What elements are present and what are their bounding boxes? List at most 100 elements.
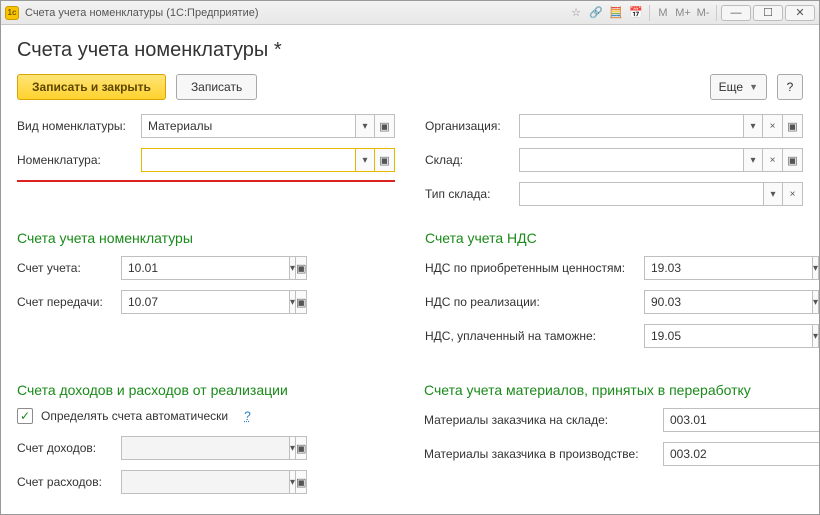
nomenclature-type-input[interactable] (141, 114, 355, 138)
memory-m[interactable]: M (654, 5, 672, 21)
help-link[interactable]: ? (244, 409, 251, 423)
dropdown-icon[interactable]: ▾ (289, 290, 296, 314)
warehouse-label: Склад: (425, 153, 515, 167)
favorite-icon[interactable]: ☆ (567, 5, 585, 21)
account-input[interactable] (121, 256, 289, 280)
nomenclature-field[interactable]: ▾ ▣ (141, 148, 395, 172)
account-field[interactable]: ▾ ▣ (121, 256, 261, 280)
cust-prod-row: Материалы заказчика в производстве: ▾ ▣ (424, 442, 803, 466)
cust-prod-input[interactable] (663, 442, 819, 466)
nds-sales-field[interactable]: ▾ ▣ (644, 290, 784, 314)
save-label: Записать (191, 80, 242, 94)
organization-input[interactable] (519, 114, 743, 138)
dropdown-icon[interactable]: ▾ (812, 324, 819, 348)
open-icon[interactable]: ▣ (296, 290, 307, 314)
income-field: ▾ ▣ (121, 436, 261, 460)
top-left-col: Вид номенклатуры: ▾ ▣ Номенклатура: ▾ ▣ (17, 114, 395, 216)
memory-mminus[interactable]: M- (694, 5, 712, 21)
warehouse-type-label: Тип склада: (425, 187, 515, 201)
warehouse-type-field[interactable]: ▾ × (519, 182, 803, 206)
transfer-row: Счет передачи: ▾ ▣ (17, 290, 395, 314)
expense-field: ▾ ▣ (121, 470, 261, 494)
cust-stock-field[interactable]: ▾ ▣ (663, 408, 803, 432)
transfer-label: Счет передачи: (17, 295, 117, 309)
open-icon[interactable]: ▣ (375, 114, 395, 138)
nds-sales-input[interactable] (644, 290, 812, 314)
cust-prod-field[interactable]: ▾ ▣ (663, 442, 803, 466)
open-icon[interactable]: ▣ (783, 114, 803, 138)
help-label: ? (787, 80, 794, 94)
clear-icon[interactable]: × (783, 182, 803, 206)
transfer-field[interactable]: ▾ ▣ (121, 290, 261, 314)
nomenclature-type-field[interactable]: ▾ ▣ (141, 114, 395, 138)
window: 1c Счета учета номенклатуры (1С:Предприя… (0, 0, 820, 515)
save-and-close-button[interactable]: Записать и закрыть (17, 74, 166, 100)
top-fields: Вид номенклатуры: ▾ ▣ Номенклатура: ▾ ▣ (17, 114, 803, 216)
minimize-button[interactable]: — (721, 5, 751, 21)
dropdown-icon[interactable]: ▾ (743, 114, 763, 138)
dropdown-icon[interactable]: ▾ (289, 256, 296, 280)
open-icon[interactable]: ▣ (296, 256, 307, 280)
more-label: Еще (719, 80, 743, 94)
open-icon: ▣ (296, 436, 307, 460)
transfer-input[interactable] (121, 290, 289, 314)
nds-customs-row: НДС, уплаченный на таможне: ▾ ▣ (425, 324, 803, 348)
auto-checkbox[interactable]: ✓ (17, 408, 33, 424)
open-icon[interactable]: ▣ (783, 148, 803, 172)
more-button[interactable]: Еще ▼ (710, 74, 767, 100)
income-label: Счет доходов: (17, 441, 117, 455)
cust-stock-label: Материалы заказчика на складе: (424, 413, 659, 427)
memory-mplus[interactable]: M+ (674, 5, 692, 21)
calculator-icon[interactable]: 🧮 (607, 5, 625, 21)
clear-icon[interactable]: × (763, 148, 783, 172)
income-row: Счет доходов: ▾ ▣ (17, 436, 394, 460)
link-icon[interactable]: 🔗 (587, 5, 605, 21)
income-input (121, 436, 289, 460)
app-icon: 1c (5, 6, 19, 20)
dropdown-icon[interactable]: ▾ (812, 256, 819, 280)
dropdown-icon[interactable]: ▾ (763, 182, 783, 206)
clear-icon[interactable]: × (763, 114, 783, 138)
nds-customs-field[interactable]: ▾ ▣ (644, 324, 784, 348)
nds-sales-row: НДС по реализации: ▾ ▣ (425, 290, 803, 314)
dropdown-icon[interactable]: ▾ (355, 148, 375, 172)
dropdown-icon[interactable]: ▾ (812, 290, 819, 314)
page-title: Счета учета номенклатуры * (17, 39, 803, 62)
materials-section-title: Счета учета материалов, принятых в перер… (424, 382, 803, 398)
help-button[interactable]: ? (777, 74, 803, 100)
calendar-icon[interactable]: 📅 (627, 5, 645, 21)
expense-row: Счет расходов: ▾ ▣ (17, 470, 394, 494)
account-row: Счет учета: ▾ ▣ (17, 256, 395, 280)
section-nds: Счета учета НДС НДС по приобретенным цен… (425, 216, 803, 358)
save-and-close-label: Записать и закрыть (32, 80, 151, 94)
organization-field[interactable]: ▾ × ▣ (519, 114, 803, 138)
warehouse-type-row: Тип склада: ▾ × (425, 182, 803, 206)
nds-purchased-row: НДС по приобретенным ценностям: ▾ ▣ (425, 256, 803, 280)
auto-check-row: ✓ Определять счета автоматически ? (17, 408, 394, 424)
open-icon[interactable]: ▣ (375, 148, 395, 172)
maximize-button[interactable]: ☐ (753, 5, 783, 21)
auto-label: Определять счета автоматически (41, 409, 228, 423)
nds-section-title: Счета учета НДС (425, 230, 803, 246)
nomenclature-input[interactable] (141, 148, 355, 172)
warehouse-input[interactable] (519, 148, 743, 172)
organization-label: Организация: (425, 119, 515, 133)
dropdown-icon[interactable]: ▾ (743, 148, 763, 172)
close-button[interactable]: ✕ (785, 5, 815, 21)
warehouse-row: Склад: ▾ × ▣ (425, 148, 803, 172)
expense-label: Счет расходов: (17, 475, 117, 489)
cust-prod-label: Материалы заказчика в производстве: (424, 447, 659, 461)
cust-stock-input[interactable] (663, 408, 819, 432)
top-right-col: Организация: ▾ × ▣ Склад: ▾ × ▣ (425, 114, 803, 216)
dropdown-icon: ▾ (289, 470, 296, 494)
nds-purchased-input[interactable] (644, 256, 812, 280)
warehouse-type-input[interactable] (519, 182, 763, 206)
save-button[interactable]: Записать (176, 74, 257, 100)
warehouse-field[interactable]: ▾ × ▣ (519, 148, 803, 172)
section-materials: Счета учета материалов, принятых в перер… (424, 368, 803, 504)
nds-customs-input[interactable] (644, 324, 812, 348)
nds-purchased-field[interactable]: ▾ ▣ (644, 256, 784, 280)
nomenclature-row: Номенклатура: ▾ ▣ (17, 148, 395, 182)
income-section-title: Счета доходов и расходов от реализации (17, 382, 394, 398)
dropdown-icon[interactable]: ▾ (355, 114, 375, 138)
